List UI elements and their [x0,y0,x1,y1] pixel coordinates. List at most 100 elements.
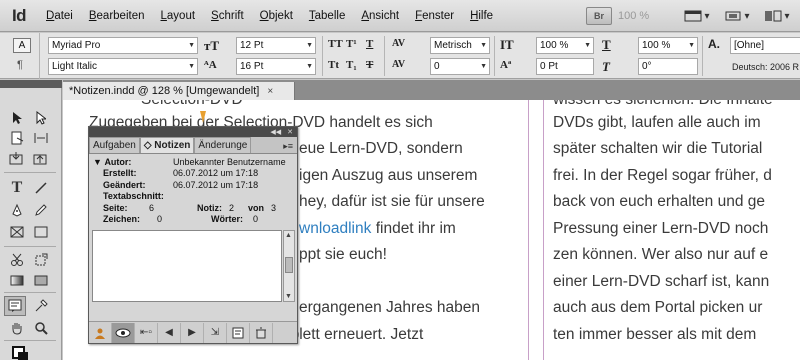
strikethrough-icon[interactable]: T [366,59,373,71]
author-row: ▼ Autor: Unbekannter Benutzername [93,157,293,168]
menu-hilfe[interactable]: Hilfe [462,10,501,22]
view-options-button[interactable]: ▾ [720,7,754,25]
vertical-scale-icon: IT [500,37,514,52]
scroll-thumb[interactable] [285,257,293,273]
leading-field[interactable]: 16 Pt ▼ [236,58,316,75]
tab-aufgaben[interactable]: Aufgaben [89,137,140,153]
language-value[interactable]: Deutsch: 2006 R [732,62,799,72]
free-transform-tool-icon[interactable] [30,250,52,270]
fill-stroke-swap-icon[interactable] [10,344,32,360]
chars-label: Zeichen: [103,213,141,224]
page-tool-icon[interactable] [6,128,28,148]
kerning-icon: AV [392,38,406,49]
chevron-down-icon: ▾ [784,10,790,22]
character-style-dropdown[interactable]: [Ohne] [730,37,800,54]
page-label: Seite: [103,202,128,213]
collapse-panel-icon[interactable]: ◀◀ [270,128,281,136]
note-label: Notiz: [197,202,222,213]
gradient-swatch-tool-icon[interactable] [6,270,28,290]
gap-tool-icon[interactable] [30,128,52,148]
words-value: 0 [253,213,259,224]
close-icon[interactable]: ✕ [287,128,293,136]
panel-menu-icon[interactable]: ▸≡ [283,141,293,152]
font-family-dropdown[interactable]: Myriad Pro ▼ [48,37,198,54]
tools-panel-grip[interactable] [0,80,62,88]
screen-mode-button[interactable]: ▾ [680,7,714,25]
menu-objekt[interactable]: Objekt [252,10,301,22]
note-anchor-icon[interactable] [199,110,207,124]
small-caps-icon[interactable]: Tt [328,59,339,71]
new-note-icon[interactable] [227,322,250,343]
scissors-tool-icon[interactable] [6,250,28,270]
content-placer-icon[interactable] [30,148,52,168]
text-line: DVDs gibt, laufen alle auch im [553,114,761,131]
baseline-shift-field[interactable]: 0 Pt [536,58,594,75]
note-scrollbar[interactable]: ▲ ▼ [283,230,295,302]
skew-field[interactable]: 0° [638,58,698,75]
author-label: Autor: [104,157,132,167]
pencil-tool-icon[interactable] [30,200,52,220]
note-tool-icon[interactable] [4,296,26,316]
baseline-shift-icon: Aª [500,59,512,71]
menu-layout[interactable]: Layout [153,10,204,22]
zoom-tool-icon[interactable] [30,318,52,338]
next-note-icon[interactable]: ▶ [181,322,204,343]
arrange-documents-button[interactable]: ▾ [760,7,794,25]
story-label: Textabschnitt: [103,191,164,202]
panel-title-bar[interactable]: ◀◀ ✕ [89,127,297,137]
hand-tool-icon[interactable] [6,318,28,338]
font-style-dropdown[interactable]: Light Italic ▼ [48,58,198,75]
show-hide-notes-icon[interactable] [112,322,135,343]
go-to-anchor-icon[interactable]: ⇤▫ [135,322,158,343]
menu-fenster[interactable]: Fenster [407,10,462,22]
divider [702,36,703,76]
vertical-scale-field[interactable]: 100 % ▼ [536,37,594,54]
type-tool-icon[interactable]: T [6,178,28,198]
user-icon[interactable] [89,322,112,343]
tab-aenderungen[interactable]: Änderunge [194,137,252,153]
character-mode-button[interactable]: A [13,38,31,53]
document-tab[interactable]: *Notizen.indd @ 128 % [Umgewandelt] × [63,82,295,100]
text-line: hey, dafür ist sie für unsere [299,193,485,210]
bridge-button[interactable]: Br [586,7,612,25]
eyedropper-tool-icon[interactable] [30,296,52,316]
close-icon[interactable]: × [267,86,273,97]
horizontal-scale-field[interactable]: 100 % ▼ [638,37,698,54]
scroll-up-icon[interactable]: ▲ [285,232,292,239]
menu-datei[interactable]: Datei [38,10,81,22]
tracking-field[interactable]: 0 ▼ [430,58,490,75]
download-link[interactable]: wnloadlink [299,220,371,237]
menu-schrift[interactable]: Schrift [203,10,252,22]
font-size-field[interactable]: 12 Pt ▼ [236,37,316,54]
pen-tool-icon[interactable] [6,200,28,220]
gradient-feather-tool-icon[interactable] [30,270,52,290]
disclosure-triangle-icon[interactable]: ▼ [93,157,102,167]
selection-tool-icon[interactable] [6,108,28,128]
content-collector-icon[interactable] [6,148,28,168]
subscript-icon[interactable]: T₁ [346,59,357,71]
chevron-down-icon: ▼ [688,42,695,49]
delete-note-icon[interactable] [250,322,273,343]
underline-icon[interactable]: T [366,38,373,50]
scroll-down-icon[interactable]: ▼ [285,293,292,300]
menu-tabelle[interactable]: Tabelle [301,10,353,22]
created-label: Erstellt: [103,168,137,179]
paragraph-mode-icon[interactable]: ¶ [17,59,23,71]
all-caps-icon[interactable]: TT [328,38,343,50]
app-logo-text: Id [11,5,27,25]
tab-notizen[interactable]: ◇ Notizen [139,137,195,153]
menu-ansicht[interactable]: Ansicht [353,10,407,22]
rectangle-frame-tool-icon[interactable] [6,222,28,242]
author-value: Unbekannter Benutzername [173,157,286,167]
rectangle-tool-icon[interactable] [30,222,52,242]
previous-note-icon[interactable]: ◀ [158,322,181,343]
superscript-icon[interactable]: T¹ [346,38,357,50]
line-tool-icon[interactable] [30,178,52,198]
direct-selection-tool-icon[interactable] [30,108,52,128]
menu-bearbeiten[interactable]: Bearbeiten [81,10,153,22]
split-note-icon[interactable]: ⇲ [204,322,227,343]
zoom-level[interactable]: 100 % [618,10,674,22]
words-label: Wörter: [211,213,243,224]
kerning-dropdown[interactable]: Metrisch ▼ [430,37,490,54]
note-text-area[interactable] [92,230,282,302]
